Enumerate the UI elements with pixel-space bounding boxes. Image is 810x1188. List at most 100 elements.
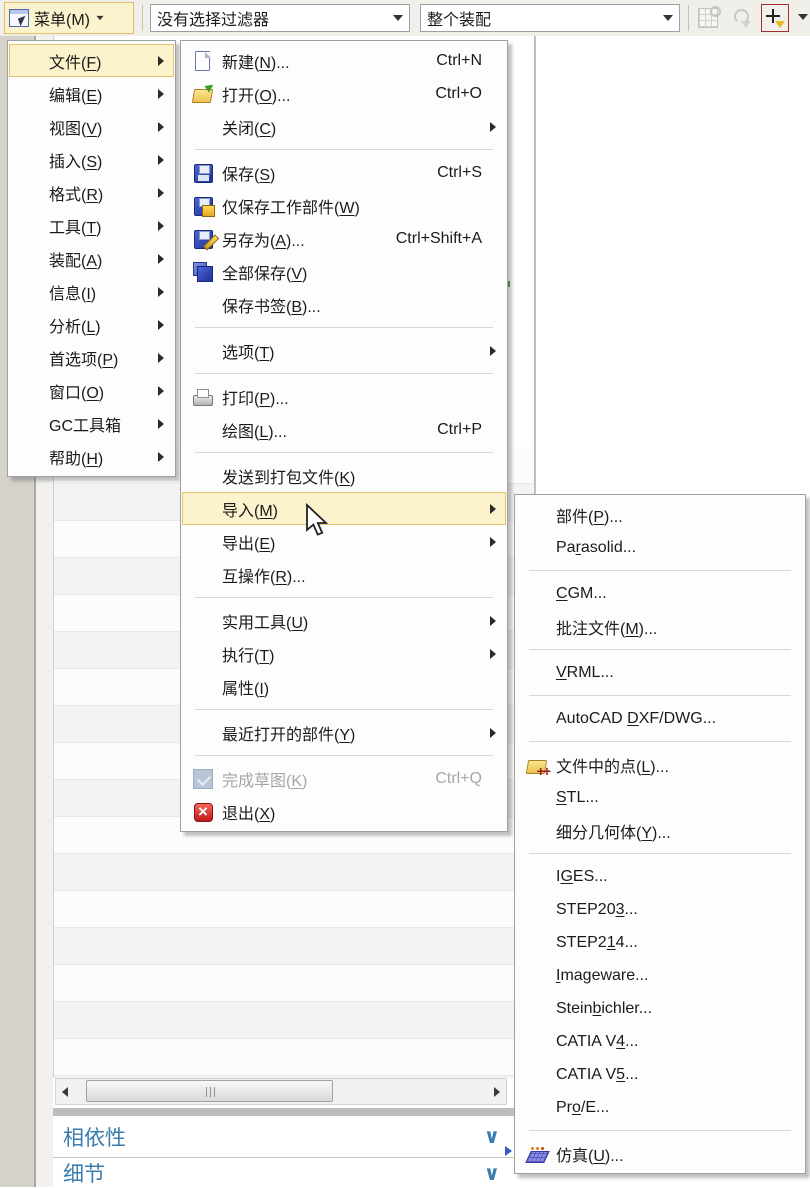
scrollbar-thumb[interactable]: [86, 1080, 333, 1102]
save-as-icon: [193, 230, 213, 249]
menu-button[interactable]: 菜单(M): [4, 2, 134, 34]
menu-item-autocad-dxf-dwg[interactable]: AutoCAD DXF/DWG...: [516, 702, 804, 735]
menu-item-label: AutoCAD DXF/DWG...: [556, 709, 717, 727]
scrollbar-track[interactable]: [74, 1079, 488, 1104]
menu-item-subdivision-geometry[interactable]: 细分几何体(Y)...: [516, 814, 804, 847]
menu-item-save-all[interactable]: 全部保存(V): [182, 255, 506, 288]
submenu-arrow-icon: [158, 121, 164, 132]
menu-item-insert[interactable]: 插入(S): [9, 143, 174, 176]
printer-icon: [192, 386, 214, 408]
menu-item-help[interactable]: 帮助(H): [9, 440, 174, 473]
menu-item-analysis[interactable]: 分析(L): [9, 308, 174, 341]
menu-item-label: 装配(A): [49, 252, 103, 270]
menu-item-label: 退出(X): [222, 805, 276, 823]
menu-item-new[interactable]: 新建(N)... Ctrl+N: [182, 44, 506, 77]
scroll-left-button[interactable]: [56, 1079, 74, 1104]
menu-item-shortcut: Ctrl+P: [437, 420, 482, 438]
menu-item-save-bookmark[interactable]: 保存书签(B)...: [182, 288, 506, 321]
menu-item-assemblies[interactable]: 装配(A): [9, 242, 174, 275]
menu-item-label: 文件(F): [49, 54, 102, 72]
menu-item-label: 关闭(C): [222, 120, 277, 138]
menu-item-label: 部件(P)...: [556, 508, 623, 526]
submenu-arrow-icon: [490, 345, 496, 356]
selection-filter-dropdown[interactable]: 没有选择过滤器: [150, 4, 410, 32]
menu-item-label: 视图(V): [49, 120, 103, 138]
menu-item-label: Pro/E...: [556, 1098, 610, 1116]
menu-item-imageware[interactable]: Imageware...: [516, 959, 804, 992]
menu-item-open[interactable]: 打开(O)... Ctrl+O: [182, 77, 506, 110]
menu-item-information[interactable]: 信息(I): [9, 275, 174, 308]
menu-item-edit[interactable]: 编辑(E): [9, 77, 174, 110]
menu-item-exit[interactable]: 退出(X): [182, 795, 506, 828]
toolbar-separator: [688, 5, 689, 31]
menu-item-vrml[interactable]: VRML...: [516, 656, 804, 689]
selection-scope-dropdown[interactable]: 整个装配: [420, 4, 680, 32]
menu-item-plot[interactable]: 绘图(L)... Ctrl+P: [182, 413, 506, 446]
details-panel-title: 细节: [63, 1163, 105, 1186]
menu-item-gc-toolbox[interactable]: GC工具箱: [9, 407, 174, 440]
menu-item-save[interactable]: 保存(S) Ctrl+S: [182, 156, 506, 189]
menu-item-label: 新建(N)...: [222, 54, 290, 72]
menu-item-format[interactable]: 格式(R): [9, 176, 174, 209]
menu-item-step214[interactable]: STEP214...: [516, 926, 804, 959]
menu-item-view[interactable]: 视图(V): [9, 110, 174, 143]
menu-item-utilities[interactable]: 实用工具(U): [182, 604, 506, 637]
menu-item-export[interactable]: 导出(E): [182, 525, 506, 558]
menu-item-points-from-file[interactable]: 文件中的点(L)...: [516, 748, 804, 781]
menu-item-file[interactable]: 文件(F): [9, 44, 174, 77]
save-icon: [193, 164, 213, 183]
menu-item-properties[interactable]: 属性(I): [182, 670, 506, 703]
menu-item-label: 仅保存工作部件(W): [222, 199, 360, 217]
menu-item-label: 互操作(R)...: [222, 568, 306, 586]
submenu-arrow-icon: [490, 536, 496, 547]
menu-item-simulation[interactable]: 仿真(U)...: [516, 1137, 804, 1170]
menu-item-execute[interactable]: 执行(T): [182, 637, 506, 670]
menu-item-recently-opened-parts[interactable]: 最近打开的部件(Y): [182, 716, 506, 749]
menu-item-iges[interactable]: IGES...: [516, 860, 804, 893]
details-panel-header[interactable]: 细节: [53, 1159, 514, 1187]
save-work-icon: [193, 197, 215, 217]
menu-item-window[interactable]: 窗口(O): [9, 374, 174, 407]
snap-point-button[interactable]: [761, 4, 789, 32]
menu-item-step203[interactable]: STEP203...: [516, 893, 804, 926]
submenu-arrow-icon: [490, 727, 496, 738]
menu-item-save-work-part-only[interactable]: 仅保存工作部件(W): [182, 189, 506, 222]
menu-item-preferences[interactable]: 首选项(P): [9, 341, 174, 374]
menu-item-options[interactable]: 选项(T): [182, 334, 506, 367]
move-component-button: [728, 4, 756, 32]
scroll-right-button[interactable]: [488, 1079, 506, 1104]
caret-down-icon: [663, 15, 673, 21]
menu-item-catia-v4[interactable]: CATIA V4...: [516, 1025, 804, 1058]
submenu-arrow-icon: [158, 88, 164, 99]
menu-item-pro-e[interactable]: Pro/E...: [516, 1091, 804, 1124]
finish-sketch-icon: [193, 768, 213, 789]
menu-item-parasolid[interactable]: Parasolid...: [516, 531, 804, 564]
menu-item-part[interactable]: 部件(P)...: [516, 498, 804, 531]
menu-item-finish-sketch[interactable]: 完成草图(K) Ctrl+Q: [182, 762, 506, 795]
menu-item-catia-v5[interactable]: CATIA V5...: [516, 1058, 804, 1091]
submenu-arrow-icon: [158, 187, 164, 198]
selection-filter-value: 没有选择过滤器: [157, 12, 270, 29]
menu-item-import[interactable]: 导入(M): [182, 492, 506, 525]
menu-item-steinbichler[interactable]: Steinbichler...: [516, 992, 804, 1025]
chevron-down-icon[interactable]: [484, 1161, 500, 1186]
submenu-arrow-icon: [158, 319, 164, 330]
dependencies-panel-header[interactable]: 相依性: [53, 1116, 514, 1158]
menu-item-stl[interactable]: STL...: [516, 781, 804, 814]
toolbar-overflow-arrow-icon[interactable]: [798, 14, 808, 20]
navigator-right-border: [535, 36, 536, 494]
menu-item-cgm[interactable]: CGM...: [516, 577, 804, 610]
menu-item-interop[interactable]: 互操作(R)...: [182, 558, 506, 591]
menu-item-save-as[interactable]: 另存为(A)... Ctrl+Shift+A: [182, 222, 506, 255]
menu-item-label: VRML...: [556, 663, 614, 681]
horizontal-scrollbar[interactable]: [55, 1078, 507, 1105]
menu-item-tools[interactable]: 工具(T): [9, 209, 174, 242]
menu-item-label: 导入(M): [222, 502, 278, 520]
menu-item-print[interactable]: 打印(P)...: [182, 380, 506, 413]
menu-item-annotation-file[interactable]: 批注文件(M)...: [516, 610, 804, 643]
menu-item-send-to-package-file[interactable]: 发送到打包文件(K): [182, 459, 506, 492]
menu-item-close[interactable]: 关闭(C): [182, 110, 506, 143]
save-all-icon: [192, 261, 214, 283]
menu-item-shortcut: Ctrl+Q: [435, 769, 482, 787]
chevron-down-icon[interactable]: [484, 1124, 500, 1149]
